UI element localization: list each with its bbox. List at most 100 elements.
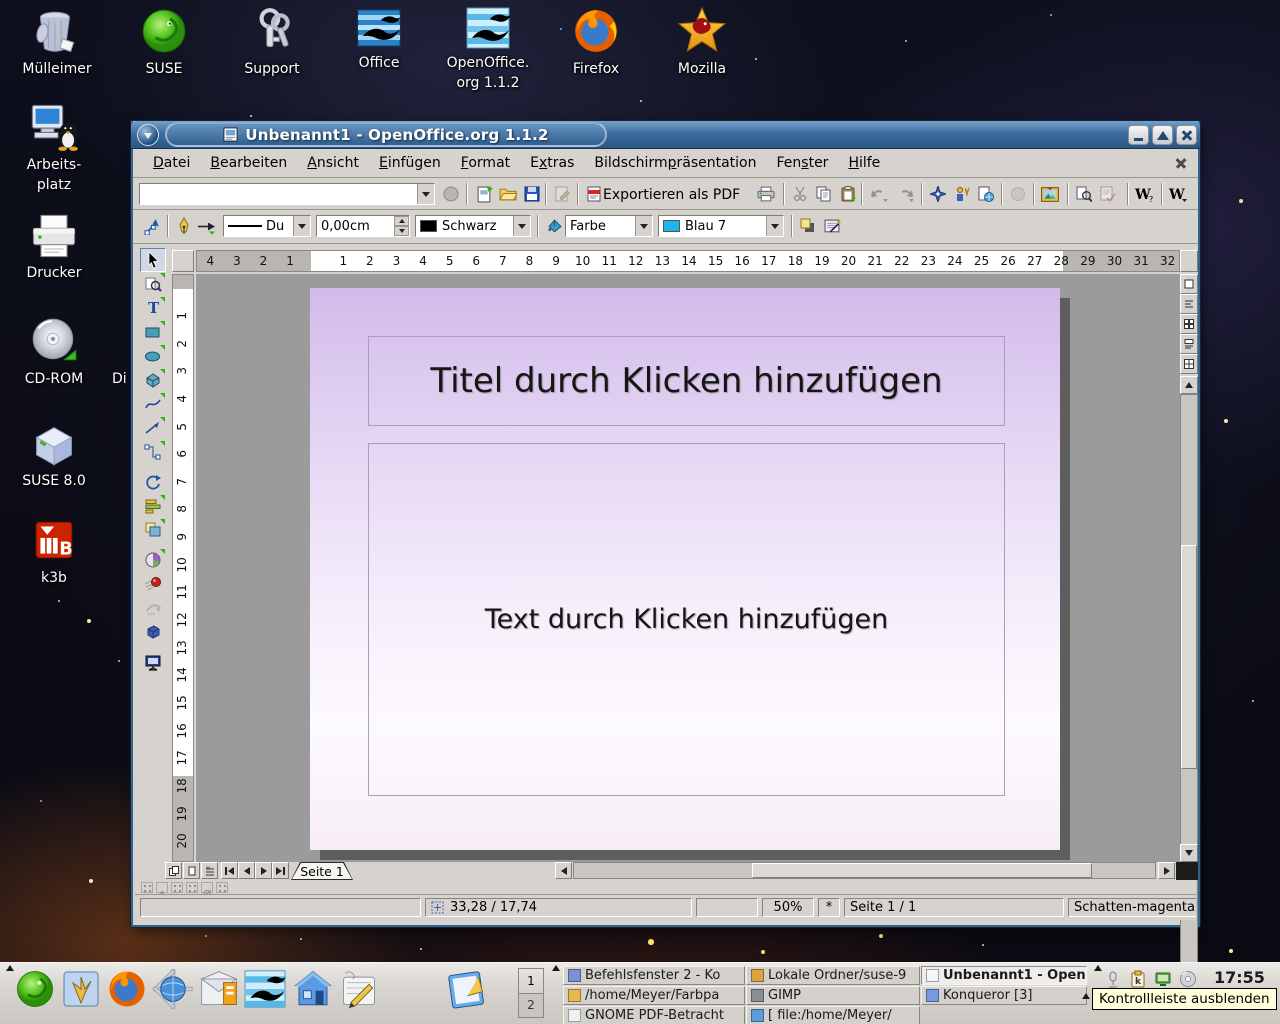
ellipse-tool[interactable] bbox=[140, 344, 166, 368]
dropdown-arrow-icon[interactable] bbox=[293, 216, 310, 236]
taskbar-window-button[interactable]: /home/Meyer/Farbpa bbox=[563, 986, 745, 1005]
alignment-tool[interactable] bbox=[140, 494, 166, 518]
status-page-segment[interactable]: Seite 1 / 1 bbox=[844, 898, 1064, 917]
master-mode-button[interactable] bbox=[183, 862, 200, 879]
desktop-icon-suse[interactable]: SUSE bbox=[120, 6, 208, 79]
status-zoom-segment[interactable]: 50% bbox=[762, 898, 814, 917]
menu-item[interactable]: Bildschirmpräsentation bbox=[584, 152, 766, 174]
desktop-icon-office[interactable]: Office bbox=[335, 6, 423, 73]
menu-item[interactable]: Fenster bbox=[767, 152, 839, 174]
first-page-button[interactable] bbox=[221, 862, 238, 879]
horizontal-ruler[interactable]: 4321123456789101112131415161718192021222… bbox=[196, 250, 1180, 272]
input-device-tray-icon[interactable] bbox=[1102, 968, 1123, 989]
rotation-mode-icon[interactable] bbox=[141, 882, 153, 893]
outline-view-button[interactable] bbox=[1180, 294, 1198, 314]
screen-tray-icon[interactable] bbox=[1152, 968, 1173, 989]
layer-mode-button[interactable] bbox=[201, 862, 218, 879]
menu-item[interactable]: Hilfe bbox=[838, 152, 890, 174]
ruler-toggle-button[interactable] bbox=[1180, 250, 1198, 272]
text-placeholder[interactable]: Text durch Klicken hinzufügen bbox=[368, 443, 1005, 796]
line-pen-icon[interactable] bbox=[173, 215, 195, 237]
kmenu-button[interactable] bbox=[12, 966, 58, 1012]
select-tool[interactable] bbox=[140, 248, 166, 272]
menu-item[interactable]: Extras bbox=[520, 152, 584, 174]
taskbar-window-button[interactable]: GIMP bbox=[746, 986, 920, 1005]
window-menu-button[interactable] bbox=[137, 124, 159, 146]
desktop-icon-muelleimer[interactable]: Mülleimer bbox=[13, 6, 101, 79]
kate-launcher[interactable] bbox=[444, 966, 490, 1012]
hidden-desktop-icon-partial-label[interactable]: Di bbox=[112, 371, 127, 387]
kmail-launcher[interactable] bbox=[196, 966, 242, 1012]
line-color-select[interactable]: Schwarz bbox=[415, 215, 531, 237]
open-document-icon[interactable] bbox=[497, 183, 519, 205]
arrow-style-icon[interactable] bbox=[195, 215, 217, 237]
guides-icon[interactable] bbox=[186, 882, 198, 893]
hscroll-right-button[interactable] bbox=[1158, 862, 1175, 879]
save-document-icon[interactable] bbox=[521, 183, 543, 205]
zoom-tool[interactable] bbox=[140, 272, 166, 296]
menu-item[interactable]: Format bbox=[451, 152, 520, 174]
klipper-tray-icon[interactable]: k bbox=[1127, 968, 1148, 989]
fill-type-select[interactable]: Farbe bbox=[565, 215, 653, 237]
notes-view-button[interactable] bbox=[1180, 334, 1198, 354]
export-pdf-label[interactable]: Exportieren als PDF bbox=[603, 187, 740, 203]
knotes-launcher[interactable] bbox=[336, 966, 382, 1012]
status-template-segment[interactable]: Schatten-magenta bbox=[1068, 898, 1196, 917]
snap-grid-icon[interactable] bbox=[171, 882, 183, 893]
desktop-icon-firefox[interactable]: Firefox bbox=[552, 6, 640, 79]
dropdown-arrow-icon[interactable] bbox=[513, 216, 530, 236]
curve-tool[interactable] bbox=[140, 392, 166, 416]
w-tool-icon-1[interactable]: W? bbox=[1133, 183, 1155, 205]
fill-color-select[interactable]: Blau 7 bbox=[658, 215, 784, 237]
rectangle-tool[interactable] bbox=[140, 320, 166, 344]
window-resize-grip[interactable] bbox=[1176, 862, 1198, 880]
copy-icon[interactable] bbox=[813, 183, 835, 205]
title-placeholder[interactable]: Titel durch Klicken hinzufügen bbox=[368, 336, 1005, 426]
spin-up-icon[interactable] bbox=[394, 216, 409, 226]
firefox-launcher[interactable] bbox=[104, 966, 150, 1012]
cut-icon[interactable] bbox=[789, 183, 811, 205]
previous-page-button[interactable] bbox=[238, 862, 255, 879]
spin-down-icon[interactable] bbox=[394, 226, 409, 236]
vertical-ruler[interactable]: 123456789101112131415161718192021 bbox=[172, 274, 194, 862]
menu-item[interactable]: Bearbeiten bbox=[200, 152, 297, 174]
dropdown-arrow-icon[interactable] bbox=[766, 216, 783, 236]
zoom-page-icon[interactable] bbox=[1073, 183, 1095, 205]
3d-objects-tool[interactable] bbox=[140, 368, 166, 392]
animation-effects-tool[interactable] bbox=[140, 596, 166, 620]
w-tool-icon-2[interactable]: W bbox=[1167, 183, 1189, 205]
page-tab[interactable]: Seite 1 bbox=[291, 862, 353, 880]
print-icon[interactable] bbox=[755, 183, 777, 205]
url-combobox[interactable] bbox=[139, 183, 435, 205]
close-button[interactable] bbox=[1176, 125, 1197, 145]
page-mode-button[interactable] bbox=[165, 862, 182, 879]
tasklist-scroll-icon[interactable] bbox=[1082, 993, 1090, 999]
taskbar-window-button[interactable]: Befehlsfenster 2 - Ko bbox=[563, 966, 745, 985]
taskbar-window-button[interactable]: GNOME PDF-Betracht bbox=[563, 1006, 745, 1024]
desktop-icon-suse80[interactable]: SUSE 8.0 bbox=[10, 420, 98, 491]
pager-desktop[interactable]: 2 bbox=[519, 993, 543, 1018]
cd-player-tray-icon[interactable] bbox=[1177, 968, 1198, 989]
minimize-button[interactable] bbox=[1128, 125, 1149, 145]
openoffice-launcher[interactable] bbox=[242, 966, 288, 1012]
pdf-export-icon[interactable] bbox=[583, 183, 605, 205]
window-titlebar[interactable]: Unbenannt1 - OpenOffice.org 1.1.2 bbox=[131, 121, 1200, 149]
drawing-view-button[interactable] bbox=[1180, 274, 1198, 294]
next-page-button[interactable] bbox=[255, 862, 272, 879]
taskbar-window-button[interactable]: Unbenannt1 - Open bbox=[921, 966, 1087, 985]
effects-tool[interactable] bbox=[140, 548, 166, 572]
connector-tool[interactable] bbox=[140, 440, 166, 464]
dropdown-arrow-icon[interactable] bbox=[417, 184, 434, 204]
snap-object-icon[interactable] bbox=[216, 882, 228, 893]
snap-margins-icon[interactable] bbox=[201, 882, 213, 893]
horizontal-scroll-thumb[interactable] bbox=[752, 863, 1092, 878]
menu-item[interactable]: Einfügen bbox=[369, 152, 451, 174]
gallery-icon[interactable] bbox=[1039, 183, 1061, 205]
last-page-button[interactable] bbox=[272, 862, 289, 879]
presentation-design-icon[interactable] bbox=[821, 215, 843, 237]
desktop-icon-openoffice-112[interactable]: OpenOffice. org 1.1.2 bbox=[440, 6, 536, 94]
insert-object-icon[interactable] bbox=[975, 183, 997, 205]
home-folder-launcher[interactable] bbox=[290, 966, 336, 1012]
handout-view-button[interactable] bbox=[1180, 354, 1198, 374]
autopilot-icon[interactable] bbox=[951, 183, 973, 205]
